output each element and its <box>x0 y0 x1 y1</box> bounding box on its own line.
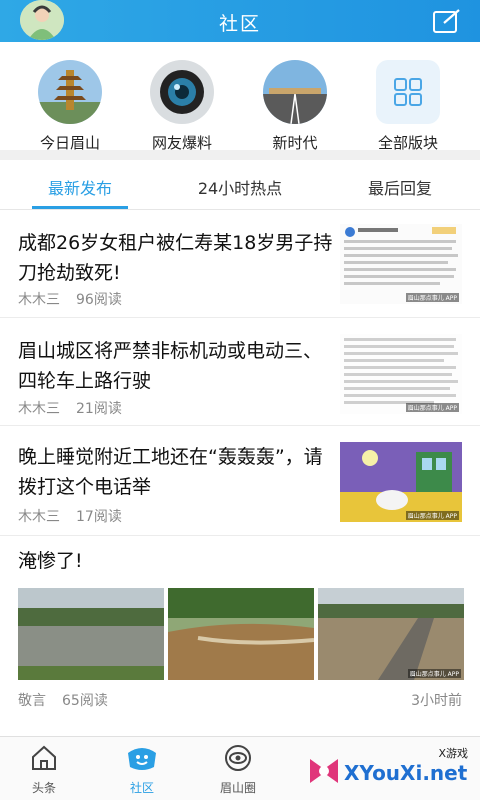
thumbnail-caption: 眉山那点事儿 APP <box>405 511 459 520</box>
edit-icon <box>433 9 460 33</box>
author-name: 木木三 <box>18 401 60 417</box>
thumbnail-caption: 眉山那点事儿 APP <box>405 293 459 302</box>
bottom-nav: 头条 社区 眉山圈 X游戏 XYouXi.net <box>0 736 480 800</box>
tab-24h-hot[interactable]: 24小时热点 <box>180 175 300 199</box>
image-caption: 眉山那点事儿 APP <box>407 669 461 678</box>
read-count: 21阅读 <box>76 401 122 417</box>
thumbnail-caption: 眉山那点事儿 APP <box>405 403 459 412</box>
article-meta: 木木三 96阅读 <box>18 289 122 309</box>
community-icon <box>128 748 156 770</box>
camera-lens-icon <box>150 60 214 124</box>
list-item[interactable]: 成都26岁女租户被仁寿某18岁男子持刀抢劫致死! 木木三 96阅读 眉山那点事儿 … <box>0 212 480 318</box>
post-image[interactable] <box>168 588 314 680</box>
article-meta: 木木三 21阅读 <box>18 398 122 418</box>
page-title: 社区 <box>218 13 261 35</box>
post-image[interactable] <box>18 588 164 680</box>
road-icon <box>263 60 327 124</box>
article-meta: 敬言 65阅读 <box>18 690 108 710</box>
home-icon <box>32 745 56 770</box>
list-item[interactable]: 晚上睡觉附近工地还在“轰轰轰”，请拨打这个电话举 木木三 17阅读 眉山那点事儿 … <box>0 426 480 536</box>
grid-icon <box>376 60 440 124</box>
article-title: 眉山城区将严禁非标机动或电动三、四轮车上路行驶 <box>18 340 323 392</box>
watermark-small: X游戏 <box>438 747 468 760</box>
article-title: 晚上睡觉附近工地还在“轰轰轰”，请拨打这个电话举 <box>18 446 323 498</box>
author-name: 木木三 <box>18 292 60 308</box>
article-title: 成都26岁女租户被仁寿某18岁男子持刀抢劫致死! <box>18 232 333 284</box>
category-wangyou-baoliao[interactable]: 网友爆料 <box>127 60 237 153</box>
eye-circle-icon <box>225 745 251 771</box>
article-thumbnail: 眉山那点事儿 APP <box>340 442 462 522</box>
category-all-boards[interactable]: 全部版块 <box>353 60 463 153</box>
nav-label: 头条 <box>31 781 56 795</box>
active-tab-indicator <box>32 206 128 209</box>
gamepad-logo-icon <box>310 759 338 783</box>
list-item[interactable]: 眉山城区将严禁非标机动或电动三、四轮车上路行驶 木木三 21阅读 眉山那点事儿 A… <box>0 318 480 426</box>
section-divider <box>0 150 480 160</box>
article-title: 淹惨了! <box>18 550 83 572</box>
author-name: 敬言 <box>18 693 46 709</box>
site-watermark: X游戏 XYouXi.net <box>304 743 474 797</box>
tab-latest[interactable]: 最新发布 <box>20 175 140 199</box>
post-image[interactable]: 眉山那点事儿 APP <box>318 588 464 680</box>
nav-community[interactable]: 社区 <box>112 743 172 796</box>
tab-last-reply[interactable]: 最后回复 <box>340 175 460 199</box>
category-row: 今日眉山 网友爆料 新时代 全部版块 <box>0 50 480 152</box>
read-count: 96阅读 <box>76 292 122 308</box>
author-name: 木木三 <box>18 509 60 525</box>
nav-headlines[interactable]: 头条 <box>14 743 74 796</box>
nav-label: 眉山圈 <box>219 781 256 795</box>
app-header: 社区 <box>0 0 480 42</box>
watermark-text: XYouXi.net <box>344 761 468 785</box>
pagoda-icon <box>38 60 102 124</box>
article-thumbnail: 眉山那点事儿 APP <box>340 224 462 304</box>
nav-meishan-circle[interactable]: 眉山圈 <box>208 743 268 796</box>
article-meta: 木木三 17阅读 <box>18 506 122 526</box>
category-xin-shidai[interactable]: 新时代 <box>240 60 350 153</box>
post-time: 3小时前 <box>411 693 462 709</box>
compose-button[interactable] <box>432 8 462 34</box>
article-thumbnail: 眉山那点事儿 APP <box>340 334 462 414</box>
read-count: 17阅读 <box>76 509 122 525</box>
read-count: 65阅读 <box>62 693 108 709</box>
nav-label: 社区 <box>129 781 154 795</box>
category-jinri-meishan[interactable]: 今日眉山 <box>15 60 125 153</box>
tab-bar: 最新发布 24小时热点 最后回复 <box>0 160 480 210</box>
